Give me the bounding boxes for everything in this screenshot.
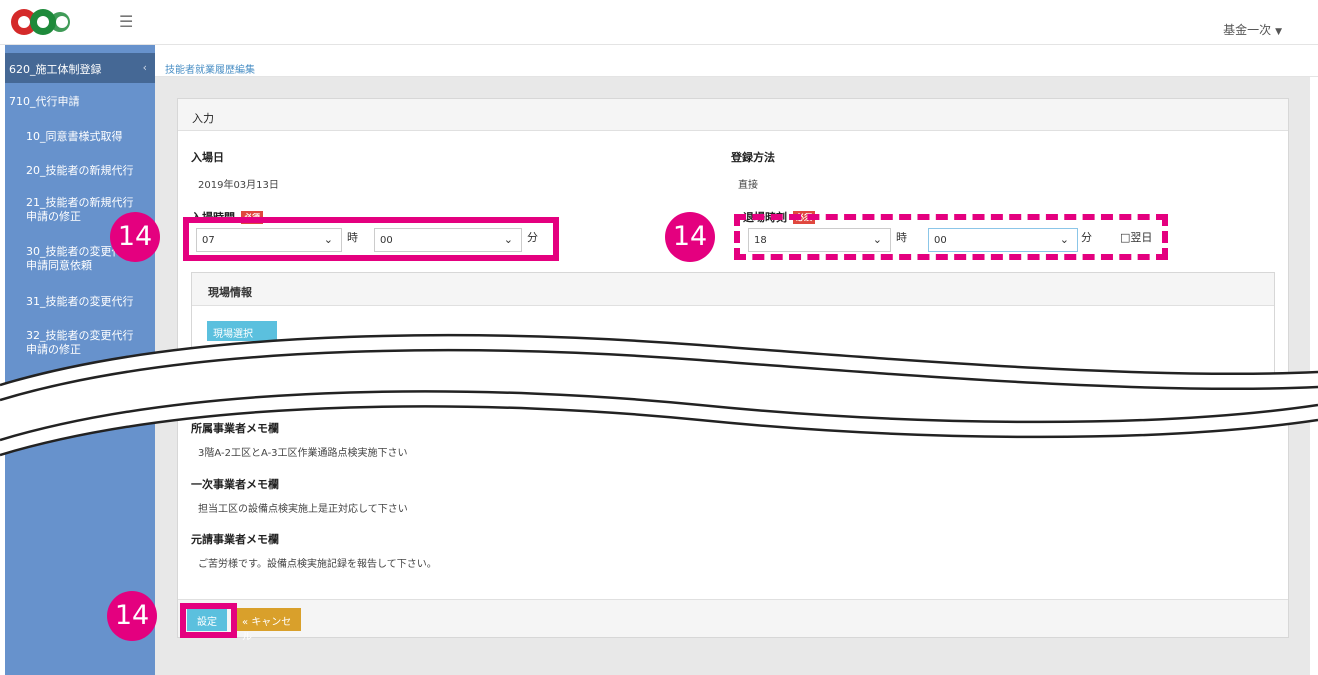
panel-footer [178,599,1288,637]
memo-company-label: 所属事業者メモ欄 [191,422,279,435]
reg-method-value: 直接 [738,180,758,191]
sidebar-item-10[interactable]: 10_同意書様式取得 [5,130,155,144]
breadcrumb-bar: 技能者就業履歴編集 [155,45,1318,77]
sidebar: 620_施工体制登録 ‹ 710_代行申請 10_同意書様式取得 20_技能者の… [5,45,155,675]
step-marker: 14 [665,212,715,262]
panel-title: 入力 [178,99,1288,131]
exit-time-highlight [734,214,1168,260]
sidebar-item-32[interactable]: 32_技能者の変更代行申請の修正 [5,329,143,357]
site-select-button[interactable]: 現場選択 [207,321,277,341]
cancel-button[interactable]: « キャンセル [236,608,301,643]
hamburger-icon[interactable]: ☰ [119,12,133,31]
sidebar-item-620[interactable]: 620_施工体制登録 ‹ [5,53,155,83]
top-bar: ☰ 基金一次 ▼ [0,0,1318,45]
input-panel: 入力 入場日 2019年03月13日 登録方法 直接 入場時間 必須 退場時刻 必須… [177,98,1289,638]
user-menu[interactable]: 基金一次 ▼ [1223,21,1282,38]
sidebar-item-20[interactable]: 20_技能者の新規代行 [5,164,155,178]
memo-company-value: 3階A-2工区とA-3工区作業通路点検実施下さい [198,448,408,459]
entry-time-highlight [183,217,559,261]
entry-date-value: 2019年03月13日 [198,180,279,191]
caret-down-icon: ▼ [1275,27,1282,37]
chevron-left-icon: ‹ [142,61,147,74]
set-button-highlight [180,603,237,638]
site-info-title: 現場情報 [192,273,1274,306]
sidebar-group-710[interactable]: 710_代行申請 [5,93,155,109]
entry-date-label: 入場日 [191,151,224,164]
step-marker: 14 [107,591,157,641]
sidebar-item-31[interactable]: 31_技能者の変更代行 [5,295,155,309]
step-marker: 14 [110,212,160,262]
memo-prime-label: 元請事業者メモ欄 [191,533,279,546]
memo-primary-value: 担当工区の設備点検実施上是正対応して下さい [198,504,408,515]
breadcrumb[interactable]: 技能者就業履歴編集 [165,61,255,76]
memo-prime-value: ご苦労様です。設備点検実施記録を報告して下さい。 [198,559,437,570]
back-icon: « [242,617,249,628]
reg-method-label: 登録方法 [731,151,775,164]
user-name: 基金一次 [1223,23,1272,37]
sidebar-item-label: 620_施工体制登録 [9,63,102,76]
memo-primary-label: 一次事業者メモ欄 [191,478,279,491]
cpp-logo [11,9,70,35]
site-info-panel: 現場情報 現場選択 3階A-1工区からA-2工区 [191,272,1275,404]
site-text: 3階A-1工区からA-2工区 [214,365,324,376]
